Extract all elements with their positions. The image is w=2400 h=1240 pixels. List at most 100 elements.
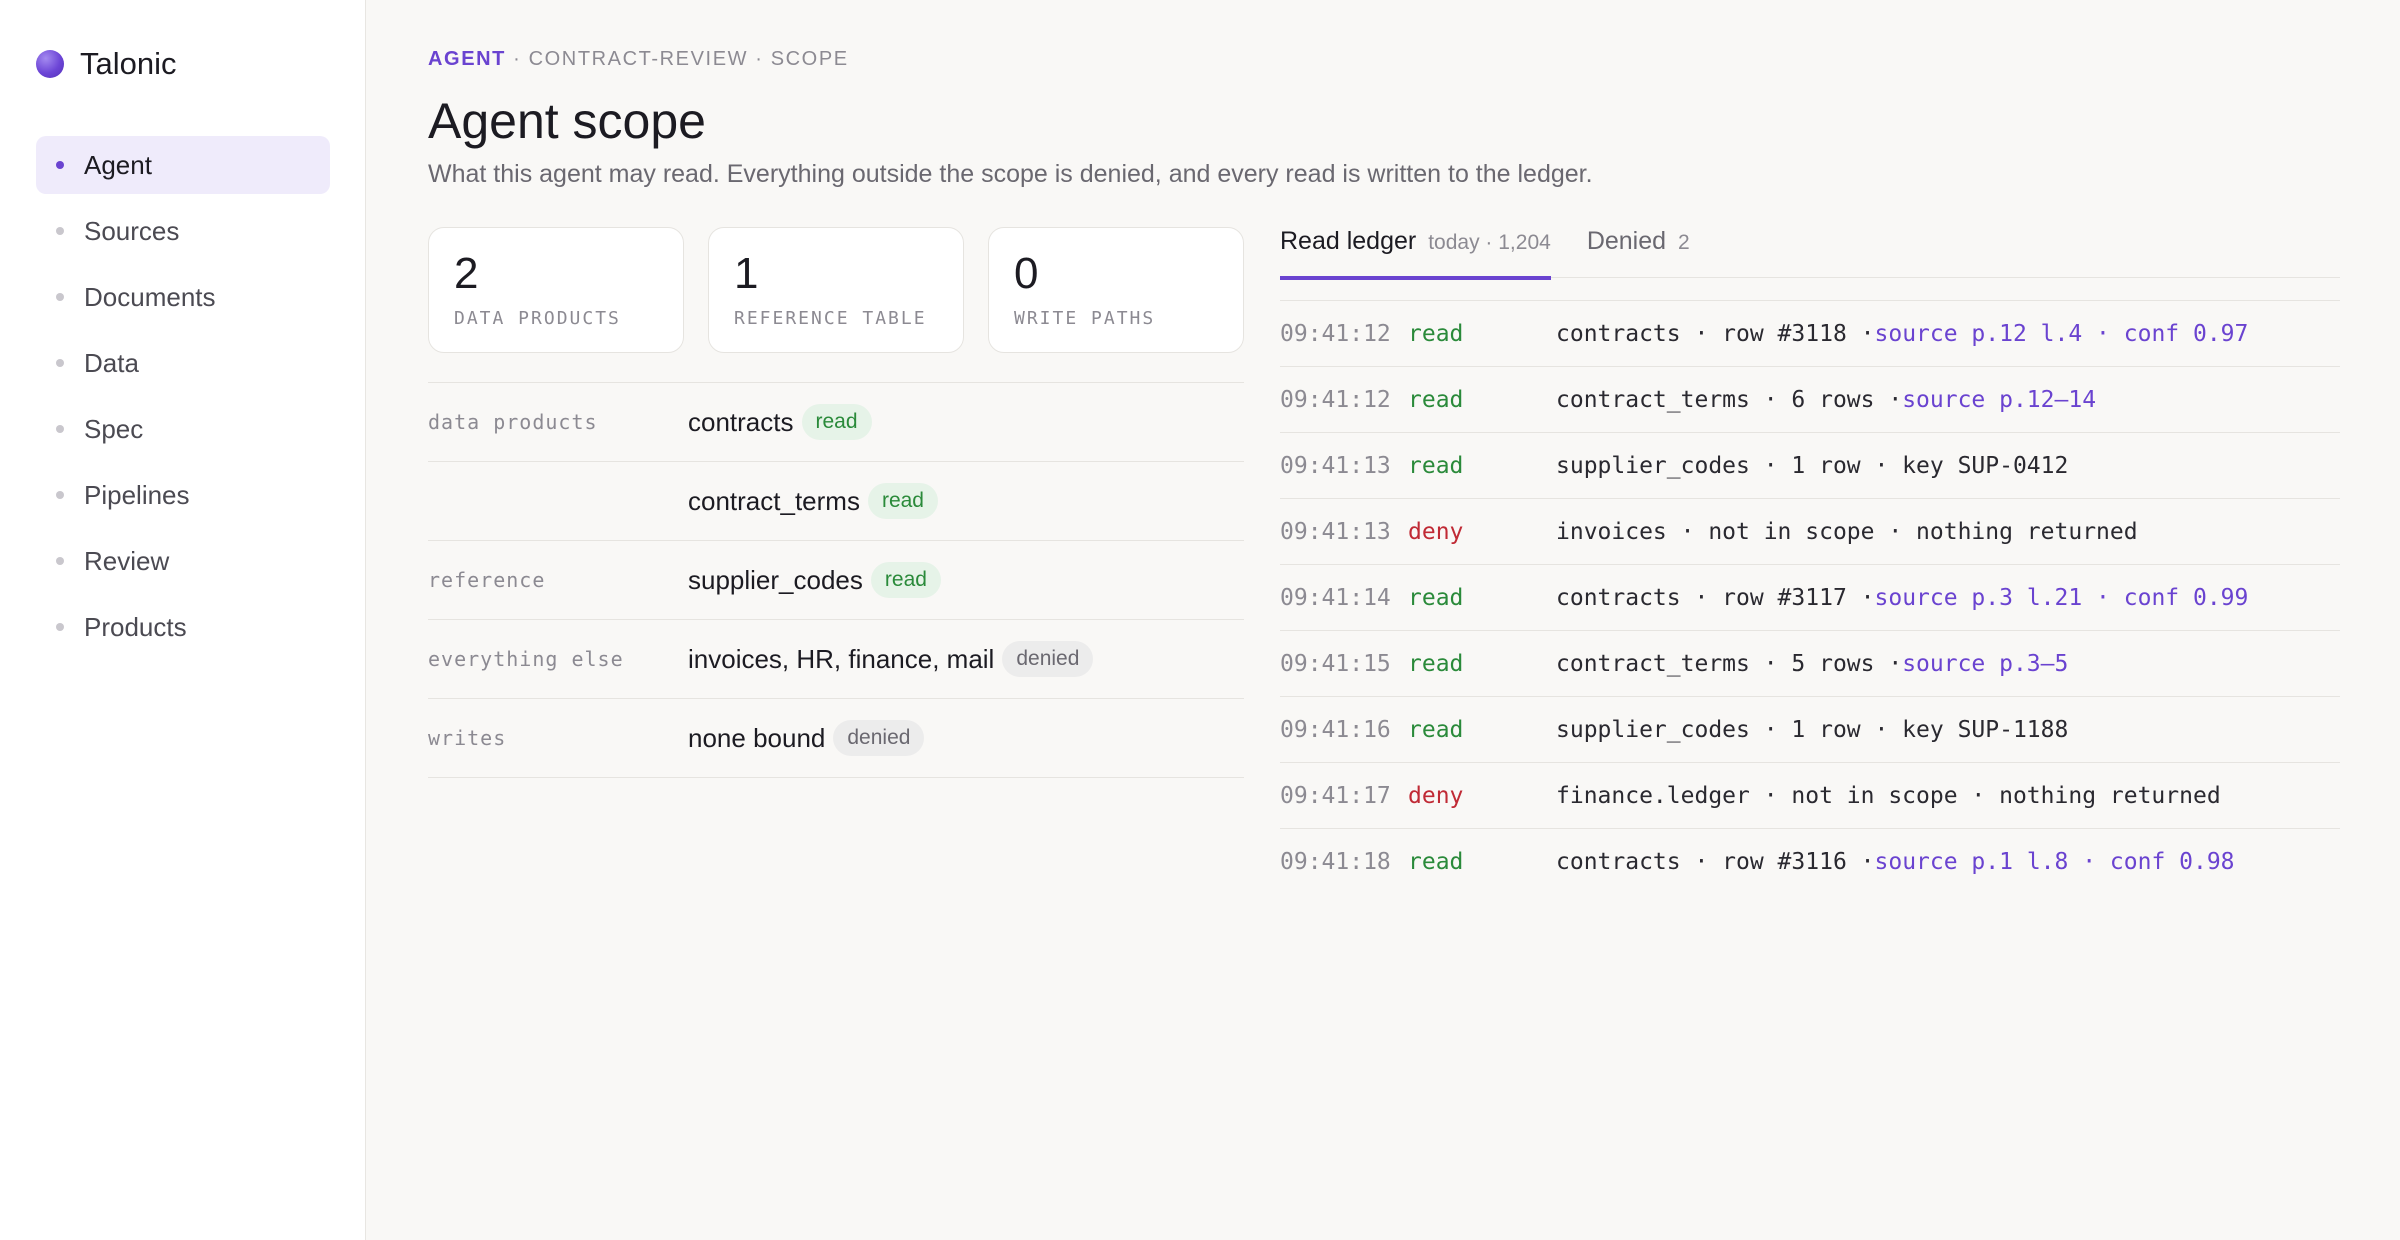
scope-item: contract_terms bbox=[688, 485, 860, 516]
bullet-icon bbox=[56, 359, 64, 367]
entry-description: supplier_codes · 1 row · key SUP-0412 bbox=[1556, 452, 2069, 479]
entry-time: 09:41:17 bbox=[1280, 782, 1391, 809]
entry-time: 09:41:14 bbox=[1280, 584, 1391, 611]
scope-row: everything else invoices, HR, finance, m… bbox=[428, 620, 1244, 699]
bullet-icon bbox=[56, 425, 64, 433]
breadcrumb: AGENT · CONTRACT-REVIEW · SCOPE bbox=[428, 48, 849, 71]
bullet-icon bbox=[56, 491, 64, 499]
sidebar-item-label: Data bbox=[84, 347, 139, 378]
scope-label: writes bbox=[428, 726, 507, 750]
ledger-row[interactable]: 09:41:12 read contracts · row #3118 · so… bbox=[1280, 301, 2340, 367]
scope-table: data products contracts read contract_ter… bbox=[428, 382, 1244, 778]
entry-action: read bbox=[1408, 584, 1464, 611]
entry-action: read bbox=[1408, 452, 1464, 479]
entry-description: contract_terms · 5 rows · bbox=[1556, 650, 1903, 677]
read-ledger: Read ledger today · 1,204 Denied 2 09:41… bbox=[1280, 225, 2340, 895]
sidebar-item-pipelines[interactable]: Pipelines bbox=[36, 466, 330, 524]
scope-label: everything else bbox=[428, 647, 624, 671]
scope-item: supplier_codes bbox=[688, 564, 863, 595]
brand[interactable]: Talonic bbox=[36, 46, 177, 81]
stat-card-reference-table: 1 REFERENCE TABLE bbox=[708, 227, 964, 353]
status-badge: read bbox=[801, 404, 872, 440]
scope-row: data products contracts read bbox=[428, 383, 1244, 462]
scope-row: reference supplier_codes read bbox=[428, 541, 1244, 620]
ledger-row[interactable]: 09:41:14 read contracts · row #3117 · so… bbox=[1280, 565, 2340, 631]
entry-description: contracts · row #3116 · bbox=[1556, 849, 1875, 875]
scope-label: data products bbox=[428, 410, 598, 434]
scope-value: supplier_codes read bbox=[688, 562, 941, 598]
sidebar-nav: Agent Sources Documents Data Spec Pipeli… bbox=[36, 136, 330, 664]
entry-time: 09:41:12 bbox=[1280, 386, 1391, 413]
scope-item: contracts bbox=[688, 406, 794, 437]
scope-row: contract_terms read bbox=[428, 462, 1244, 541]
sidebar-item-documents[interactable]: Documents bbox=[36, 268, 330, 326]
sidebar-item-data[interactable]: Data bbox=[36, 334, 330, 392]
entry-time: 09:41:12 bbox=[1280, 320, 1391, 347]
entry-source-link[interactable]: source p.1 l.8 · conf 0.98 bbox=[1875, 849, 2235, 875]
page-subtitle: What this agent may read. Everything out… bbox=[428, 160, 1593, 188]
tab-read-ledger[interactable]: Read ledger today · 1,204 bbox=[1280, 225, 1551, 280]
stat-value: 1 bbox=[734, 249, 759, 298]
stat-label: REFERENCE TABLE bbox=[734, 308, 927, 330]
stat-value: 0 bbox=[1014, 249, 1039, 298]
entry-source-link[interactable]: source p.12 l.4 · conf 0.97 bbox=[1875, 321, 2249, 347]
ledger-row[interactable]: 09:41:13 deny invoices · not in scope · … bbox=[1280, 499, 2340, 565]
stat-card-write-paths: 0 WRITE PATHS bbox=[988, 227, 1244, 353]
entry-time: 09:41:13 bbox=[1280, 518, 1391, 545]
breadcrumb-agent[interactable]: AGENT bbox=[428, 48, 506, 70]
entry-action: read bbox=[1408, 716, 1464, 743]
ledger-row[interactable]: 09:41:16 read supplier_codes · 1 row · k… bbox=[1280, 697, 2340, 763]
breadcrumb-path: · CONTRACT-REVIEW · SCOPE bbox=[506, 48, 849, 70]
entry-time: 09:41:18 bbox=[1280, 849, 1391, 875]
brand-logo-icon bbox=[36, 50, 64, 78]
scope-value: invoices, HR, finance, mail denied bbox=[688, 641, 1094, 677]
scope-item: invoices, HR, finance, mail bbox=[688, 643, 995, 674]
sidebar-item-products[interactable]: Products bbox=[36, 598, 330, 656]
scope-row: writes none bound denied bbox=[428, 699, 1244, 778]
bullet-icon bbox=[56, 227, 64, 235]
entry-description: supplier_codes · 1 row · key SUP-1188 bbox=[1556, 716, 2069, 743]
sidebar-item-label: Review bbox=[84, 545, 170, 576]
ledger-row[interactable]: 09:41:15 read contract_terms · 5 rows · … bbox=[1280, 631, 2340, 697]
tab-label: Read ledger bbox=[1280, 227, 1417, 255]
sidebar-item-label: Sources bbox=[84, 215, 180, 246]
ledger-row[interactable]: 09:41:18 read contracts · row #3116 · so… bbox=[1280, 829, 2340, 895]
bullet-icon bbox=[56, 161, 64, 169]
sidebar: Talonic Agent Sources Documents Data Spe… bbox=[0, 0, 366, 1240]
scope-value: contracts read bbox=[688, 404, 872, 440]
entry-action: read bbox=[1408, 386, 1464, 413]
sidebar-item-label: Products bbox=[84, 611, 187, 642]
entry-action: deny bbox=[1408, 518, 1464, 545]
entry-source-link[interactable]: source p.12–14 bbox=[1902, 387, 2096, 413]
bullet-icon bbox=[56, 293, 64, 301]
entry-description: contract_terms · 6 rows · bbox=[1556, 386, 1903, 413]
sidebar-item-label: Spec bbox=[84, 413, 144, 444]
sidebar-item-agent[interactable]: Agent bbox=[36, 136, 330, 194]
sidebar-item-label: Documents bbox=[84, 281, 216, 312]
ledger-row[interactable]: 09:41:17 deny finance.ledger · not in sc… bbox=[1280, 763, 2340, 829]
bullet-icon bbox=[56, 623, 64, 631]
status-badge: read bbox=[867, 483, 938, 519]
ledger-row[interactable]: 09:41:13 read supplier_codes · 1 row · k… bbox=[1280, 433, 2340, 499]
sidebar-item-review[interactable]: Review bbox=[36, 532, 330, 590]
entry-time: 09:41:13 bbox=[1280, 452, 1391, 479]
sidebar-item-sources[interactable]: Sources bbox=[36, 202, 330, 260]
entry-action: read bbox=[1408, 650, 1464, 677]
tab-denied[interactable]: Denied 2 bbox=[1587, 225, 1690, 278]
entry-source-link[interactable]: source p.3 l.21 · conf 0.99 bbox=[1875, 585, 2249, 611]
status-badge: denied bbox=[1002, 641, 1094, 677]
entry-action: read bbox=[1408, 849, 1464, 875]
sidebar-item-spec[interactable]: Spec bbox=[36, 400, 330, 458]
tab-meta: today · 1,204 bbox=[1428, 231, 1551, 254]
ledger-row[interactable]: 09:41:12 read contract_terms · 6 rows · … bbox=[1280, 367, 2340, 433]
bullet-icon bbox=[56, 557, 64, 565]
stat-label: DATA PRODUCTS bbox=[454, 308, 621, 330]
ledger-entries: 09:41:12 read contracts · row #3118 · so… bbox=[1280, 300, 2340, 895]
entry-time: 09:41:15 bbox=[1280, 650, 1391, 677]
entry-source-link[interactable]: source p.3–5 bbox=[1902, 651, 2068, 677]
sidebar-item-label: Agent bbox=[84, 149, 152, 180]
entry-description: invoices · not in scope · nothing return… bbox=[1556, 518, 2138, 545]
tab-count: 2 bbox=[1678, 231, 1690, 254]
stat-value: 2 bbox=[454, 249, 479, 298]
entry-description: finance.ledger · not in scope · nothing … bbox=[1556, 782, 2221, 809]
